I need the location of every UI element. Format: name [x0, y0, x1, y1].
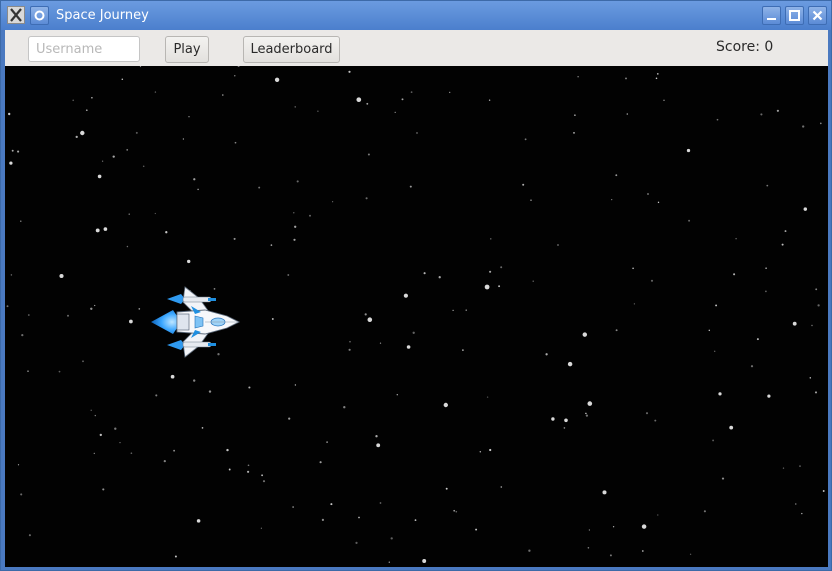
window-title: Space Journey — [56, 8, 149, 23]
title-bar[interactable]: Space Journey — [1, 1, 831, 30]
player-spaceship — [151, 286, 241, 358]
window-menu-icon[interactable] — [30, 6, 49, 25]
app-window: Space Journey Play Leaderboard Score: 0 — [0, 0, 832, 571]
close-icon[interactable] — [808, 6, 827, 25]
leaderboard-button[interactable]: Leaderboard — [243, 36, 340, 63]
maximize-icon[interactable] — [785, 6, 804, 25]
play-button[interactable]: Play — [165, 36, 209, 63]
username-input[interactable] — [28, 36, 140, 62]
minimize-icon[interactable] — [762, 6, 781, 25]
toolbar: Play Leaderboard Score: 0 — [5, 30, 828, 67]
player-ship-layer — [151, 286, 241, 358]
game-canvas[interactable] — [5, 66, 828, 567]
score-label: Score: 0 — [716, 39, 774, 55]
app-x-icon[interactable] — [7, 6, 25, 24]
